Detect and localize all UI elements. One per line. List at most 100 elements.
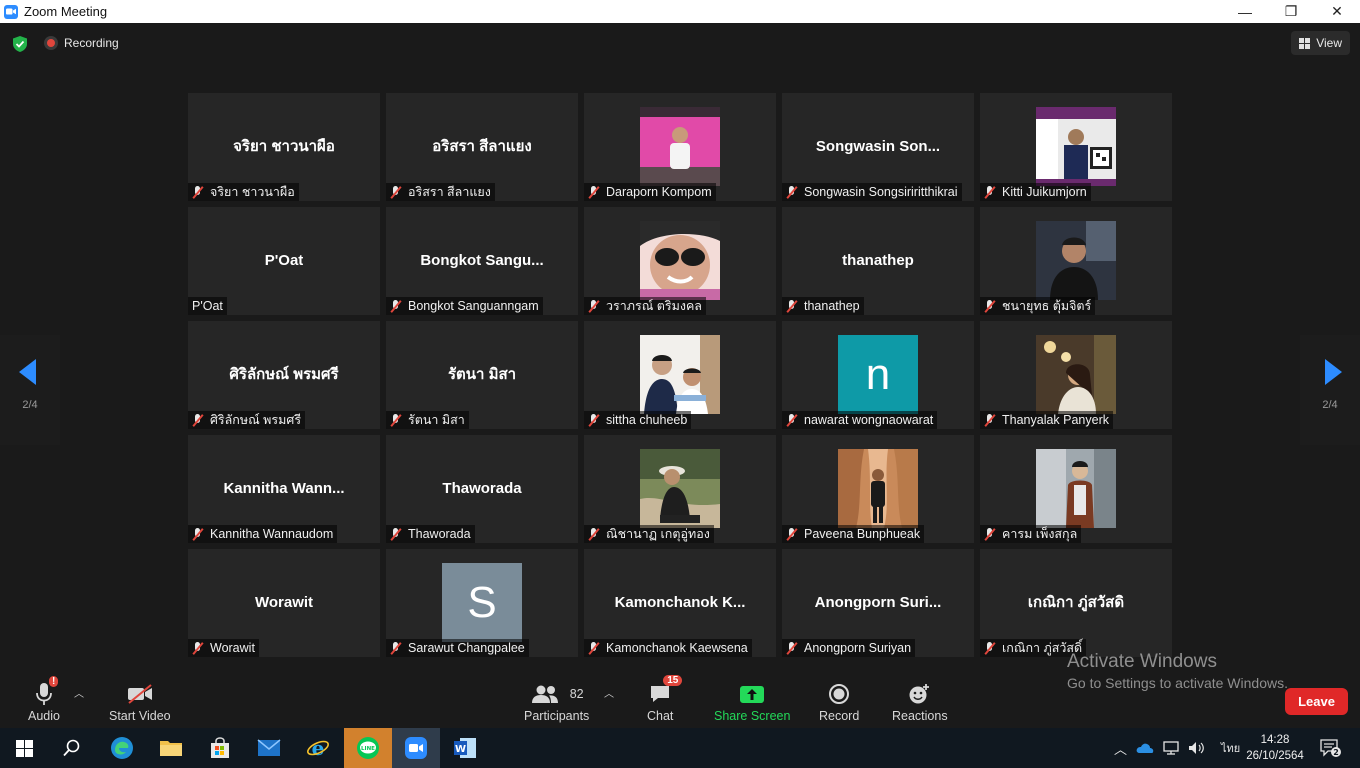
clock-time: 14:28 <box>1260 734 1290 746</box>
taskbar-clock[interactable]: 14:28 26/10/2564 <box>1240 732 1310 764</box>
taskbar-internet-explorer[interactable]: e <box>294 728 342 768</box>
input-language-indicator[interactable]: ไทย <box>1221 739 1240 757</box>
participant-display-name: จริยา ชาวนาผือ <box>233 138 335 155</box>
participant-tile[interactable]: Bongkot Sangu... Bongkot Sanguanngam <box>386 207 578 315</box>
participant-tile[interactable]: Worawit Worawit <box>188 549 380 657</box>
view-button[interactable]: View <box>1291 31 1350 55</box>
participant-tile[interactable]: ศิริลักษณ์ พรมศรี ศิริลักษณ์ พรมศรี <box>188 321 380 429</box>
participant-name-bar: P'Oat <box>188 297 227 315</box>
taskbar-file-explorer[interactable] <box>147 728 195 768</box>
muted-microphone-icon <box>588 527 600 541</box>
muted-microphone-icon <box>588 299 600 313</box>
participant-display-name: Worawit <box>254 593 314 611</box>
taskbar-line[interactable]: LINE <box>344 728 392 768</box>
participant-name: Thanyalak Panyerk <box>1002 413 1110 427</box>
audio-label: Audio <box>28 709 60 723</box>
search-button[interactable] <box>48 728 96 768</box>
participants-options-chevron-icon[interactable]: ︿ <box>604 685 614 700</box>
window-titlebar: Zoom Meeting — ❐ ✕ <box>0 0 1360 23</box>
taskbar-zoom[interactable] <box>392 728 440 768</box>
muted-microphone-icon <box>786 413 798 427</box>
onedrive-cloud-icon[interactable] <box>1136 742 1154 754</box>
participant-name: P'Oat <box>192 299 223 313</box>
reactions-label: Reactions <box>892 709 948 723</box>
chat-label: Chat <box>647 709 674 723</box>
start-video-button[interactable]: Start Video <box>109 679 171 723</box>
participant-name: Thaworada <box>408 527 471 541</box>
participant-tile[interactable]: วราภรณ์ ตริมงคล <box>584 207 776 315</box>
participant-tile[interactable]: Kamonchanok K... Kamonchanok Kaewsena <box>584 549 776 657</box>
participant-name: Sarawut Changpalee <box>408 641 525 655</box>
participant-name: Kamonchanok Kaewsena <box>606 641 748 655</box>
next-page-button[interactable]: 2/4 <box>1300 335 1360 445</box>
line-app-icon: LINE <box>357 737 379 759</box>
notification-icon: 2 <box>1320 739 1341 757</box>
participant-tile[interactable]: Anongporn Suri... Anongporn Suriyan <box>782 549 974 657</box>
participant-tile[interactable]: thanathep thanathep <box>782 207 974 315</box>
participant-name-bar: ชนายุทธ ตุ้มจิตร์ <box>980 297 1096 315</box>
participant-tile[interactable]: Thaworada Thaworada <box>386 435 578 543</box>
start-button[interactable] <box>0 728 48 768</box>
participant-name: Anongporn Suriyan <box>804 641 912 655</box>
view-label: View <box>1316 36 1342 50</box>
participant-tile[interactable]: Kitti Juikumjorn <box>980 93 1172 201</box>
participants-button[interactable]: 82 Participants <box>524 679 589 723</box>
participant-tile[interactable]: Daraporn Kompom <box>584 93 776 201</box>
participant-tile[interactable]: Songwasin Son... Songwasin Songsiriritthi… <box>782 93 974 201</box>
participant-video-thumbnail <box>1036 221 1116 300</box>
participant-name-bar: Kitti Juikumjorn <box>980 183 1091 201</box>
folder-icon <box>160 741 182 756</box>
participant-display-name: thanathep <box>842 251 914 269</box>
action-center-button[interactable]: 2 <box>1308 728 1352 768</box>
participant-tile[interactable]: Thanyalak Panyerk <box>980 321 1172 429</box>
participant-avatar: n <box>838 335 918 414</box>
page-indicator-right: 2/4 <box>1322 399 1338 411</box>
close-button[interactable]: ✕ <box>1314 0 1360 23</box>
taskbar-word[interactable]: W <box>441 728 489 768</box>
minimize-button[interactable]: — <box>1222 0 1268 23</box>
volume-speaker-icon[interactable] <box>1188 741 1206 755</box>
participant-name-bar: ณิชานาฏ เกตุอู่ทอง <box>584 525 714 543</box>
taskbar-edge[interactable] <box>98 728 146 768</box>
chat-button[interactable]: 15 Chat <box>647 675 683 723</box>
participant-tile[interactable]: คารม เพ็งสกุล <box>980 435 1172 543</box>
participant-tile[interactable]: sittha chuheeb <box>584 321 776 429</box>
network-icon[interactable] <box>1163 741 1179 755</box>
previous-page-button[interactable]: 2/4 <box>0 335 60 445</box>
participant-name-bar: Kamonchanok Kaewsena <box>584 639 752 657</box>
chat-icon <box>651 686 670 702</box>
participant-tile[interactable]: ณิชานาฏ เกตุอู่ทอง <box>584 435 776 543</box>
taskbar-mail[interactable] <box>245 728 293 768</box>
maximize-button[interactable]: ❐ <box>1268 0 1314 23</box>
participant-tile[interactable]: n nawarat wongnaowarat <box>782 321 974 429</box>
taskbar-store[interactable] <box>196 728 244 768</box>
participant-name: Daraporn Kompom <box>606 185 712 199</box>
participant-tile[interactable]: อริสรา สีลาแยง อริสรา สีลาแยง <box>386 93 578 201</box>
participant-tile[interactable]: จริยา ชาวนาผือ จริยา ชาวนาผือ <box>188 93 380 201</box>
muted-microphone-icon <box>192 641 204 655</box>
participant-tile[interactable]: ชนายุทธ ตุ้มจิตร์ <box>980 207 1172 315</box>
participant-name-bar: Sarawut Changpalee <box>386 639 529 657</box>
reactions-button[interactable]: Reactions <box>892 679 948 723</box>
audio-button[interactable]: ! Audio <box>28 676 60 723</box>
muted-microphone-icon <box>390 527 402 541</box>
encryption-shield-icon[interactable] <box>12 35 28 53</box>
muted-microphone-icon <box>588 641 600 655</box>
participant-display-name: P'Oat <box>264 251 304 269</box>
muted-microphone-icon <box>192 185 204 199</box>
participant-display-name: รัตนา มิสา <box>447 366 517 383</box>
record-label: Record <box>819 709 860 723</box>
tray-expand-chevron-icon[interactable]: ︿ <box>1114 739 1127 758</box>
muted-microphone-icon <box>588 185 600 199</box>
recording-indicator[interactable]: Recording <box>44 36 119 50</box>
audio-options-chevron-icon[interactable]: ︿ <box>74 685 84 700</box>
participant-tile[interactable]: เกณิกา ภู่สวัสดิ เกณิกา ภู่สวัสดิ์ <box>980 549 1172 657</box>
leave-button[interactable]: Leave <box>1285 688 1348 715</box>
share-screen-button[interactable]: Share Screen <box>714 679 790 723</box>
record-button[interactable]: Record <box>819 679 859 723</box>
participant-tile[interactable]: P'Oat P'Oat <box>188 207 380 315</box>
participant-tile[interactable]: Paveena Bunphueak <box>782 435 974 543</box>
participant-tile[interactable]: Kannitha Wann... Kannitha Wannaudom <box>188 435 380 543</box>
participant-tile[interactable]: S Sarawut Changpalee <box>386 549 578 657</box>
participant-tile[interactable]: รัตนา มิสา รัตนา มิสา <box>386 321 578 429</box>
